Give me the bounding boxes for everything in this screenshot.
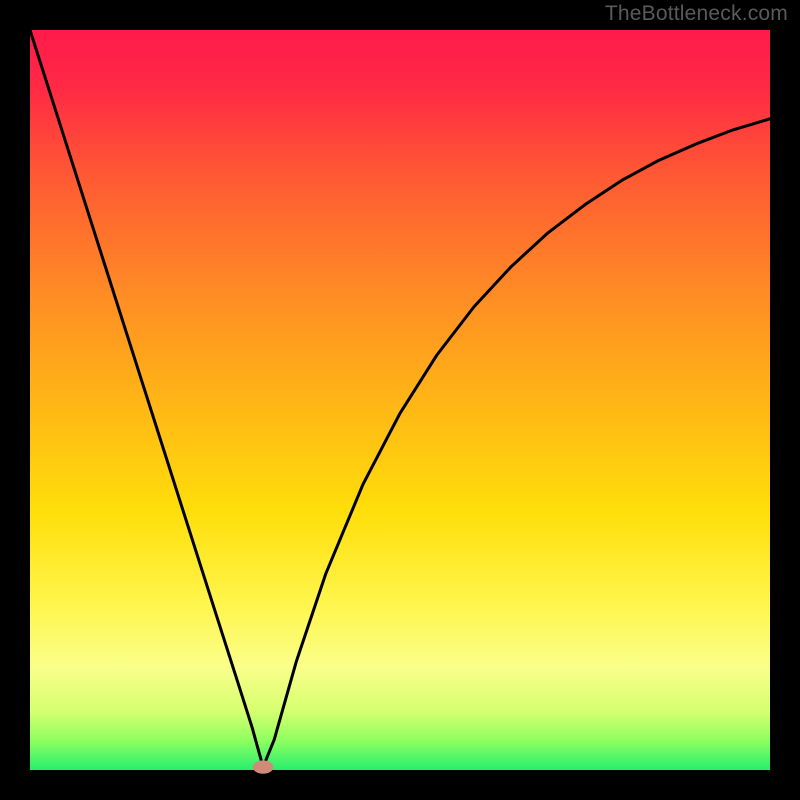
bottleneck-chart — [0, 0, 800, 800]
watermark-text: TheBottleneck.com — [605, 2, 788, 26]
optimum-marker — [253, 760, 274, 773]
plot-area — [30, 30, 770, 770]
